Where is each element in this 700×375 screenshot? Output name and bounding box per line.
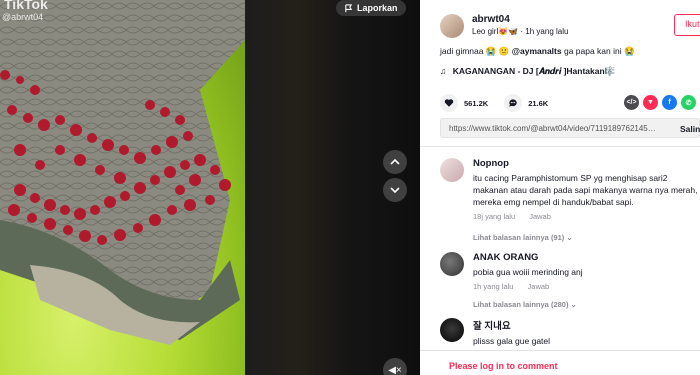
video-player[interactable]: TikTok @abrwt04 Laporkan ◀×	[0, 0, 420, 375]
view-more-replies[interactable]: Lihat balasan lainnya (280) ⌄	[473, 300, 577, 309]
comment-item: Nopnop itu cacing Paramphistomum SP yg m…	[440, 158, 700, 221]
comments-divider	[420, 146, 700, 147]
engagement-actions: 561.2K 21.6K	[440, 94, 564, 112]
watermark-username: @abrwt04	[2, 12, 44, 22]
heart-icon	[444, 99, 454, 107]
video-caption: jadi gimnaa 😭 😕 @aymanalts ga papa kan i…	[440, 46, 690, 57]
facebook-icon[interactable]: f	[662, 95, 677, 110]
comment-text: pobia gua woiii merinding anj	[473, 267, 583, 277]
author-meta: Leo girl😻🦋 · 1h yang lalu	[472, 27, 569, 36]
comment-text: plisss gala gue gatel	[473, 336, 551, 346]
report-button[interactable]: Laporkan	[336, 0, 406, 16]
caption-text: jadi gimnaa 😭 😕	[440, 46, 512, 56]
share-icons: </> ▼ f ✆	[624, 95, 696, 110]
video-content-image	[0, 0, 245, 345]
chevron-down-icon	[390, 187, 400, 194]
chevron-up-icon	[390, 158, 400, 165]
follow-button[interactable]: Ikuti	[674, 14, 700, 36]
comment-time: 18j yang lalu	[473, 212, 516, 221]
comment-meta: 1h yang lalu Jawab	[473, 282, 700, 291]
embed-icon[interactable]: </>	[624, 95, 639, 110]
comment-button[interactable]	[504, 94, 523, 112]
comment-login-bar: Please log in to comment	[420, 350, 700, 375]
commenter-name[interactable]: 잘 지내요	[473, 318, 700, 332]
tiktok-video-page: TikTok @abrwt04 Laporkan ◀× abrwt04 Leo …	[0, 0, 700, 375]
comment-item: ANAK ORANG pobia gua woiii merinding anj…	[440, 252, 700, 291]
comment-bubble-icon	[509, 99, 517, 107]
commenter-avatar[interactable]	[440, 252, 464, 276]
flag-icon	[345, 3, 353, 12]
commenter-name[interactable]: ANAK ORANG	[473, 252, 700, 263]
reply-button[interactable]: Jawab	[528, 282, 550, 291]
comment-text: itu cacing Paramphistomum SP yg menghisa…	[473, 173, 698, 207]
music-link[interactable]: ♫ KAGANANGAN - DJ [𝑨𝒏𝒅𝒓𝒊 ]Hantakan🎼	[440, 66, 615, 77]
author-avatar[interactable]	[440, 14, 464, 38]
copy-link-button[interactable]: Salin	[680, 124, 700, 134]
reply-button[interactable]: Jawab	[529, 212, 551, 221]
commenter-name[interactable]: Nopnop	[473, 158, 700, 169]
video-details-panel: abrwt04 Leo girl😻🦋 · 1h yang lalu Ikuti …	[420, 0, 700, 375]
post-time: 1h yang lalu	[525, 27, 569, 36]
commenter-avatar[interactable]	[440, 158, 464, 182]
chevron-down-icon: ⌄	[570, 300, 577, 309]
view-more-replies[interactable]: Lihat balasan lainnya (91) ⌄	[473, 233, 573, 242]
login-to-comment-link[interactable]: Please log in to comment	[449, 361, 558, 371]
music-title: KAGANANGAN - DJ [𝑨𝒏𝒅𝒓𝒊 ]Hantakan🎼	[452, 66, 616, 76]
muted-speaker-icon: ◀×	[388, 364, 402, 375]
comment-count: 21.6K	[528, 98, 549, 108]
report-label: Laporkan	[357, 3, 398, 13]
comment-item: 잘 지내요 plisss gala gue gatel	[440, 318, 700, 347]
previous-video-button[interactable]	[383, 150, 407, 174]
music-note-icon: ♫	[440, 66, 447, 76]
comment-time: 1h yang lalu	[473, 282, 514, 291]
video-frame: TikTok @abrwt04	[0, 0, 245, 375]
caption-tail: ga papa kan ini 😭	[561, 46, 635, 56]
author-info: abrwt04 Leo girl😻🦋 · 1h yang lalu	[440, 14, 568, 38]
chevron-down-icon: ⌄	[566, 233, 573, 242]
caption-mention[interactable]: @aymanalts	[512, 46, 562, 56]
whatsapp-icon[interactable]: ✆	[681, 95, 696, 110]
video-link-field[interactable]: https://www.tiktok.com/@abrwt04/video/71…	[440, 118, 700, 138]
commenter-avatar[interactable]	[440, 318, 464, 342]
next-video-button[interactable]	[383, 178, 407, 202]
mute-button[interactable]: ◀×	[383, 358, 407, 375]
tiktok-watermark: TikTok	[4, 0, 48, 12]
like-button[interactable]	[440, 94, 458, 112]
like-count: 561.2K	[464, 98, 489, 108]
author-nickname: Leo girl😻🦋	[472, 27, 519, 36]
author-username[interactable]: abrwt04	[472, 14, 568, 25]
comment-meta: 18j yang lalu Jawab	[473, 212, 700, 221]
send-to-friends-icon[interactable]: ▼	[643, 95, 658, 110]
